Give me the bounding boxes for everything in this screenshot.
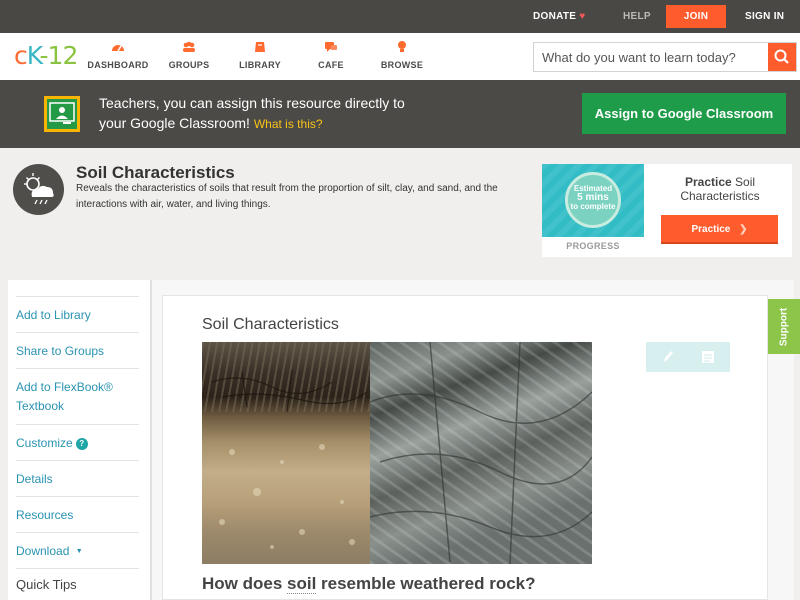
estimated-time-badge: Estimated 5 mins to complete — [565, 172, 621, 228]
nav-dashboard[interactable]: DASHBOARD — [86, 33, 150, 80]
content-title: Soil Characteristics — [202, 316, 339, 333]
soil-rock-comparison-image — [202, 342, 592, 564]
dashboard-icon — [112, 45, 124, 52]
rock-texture — [370, 342, 592, 564]
highlight-pen-icon[interactable] — [660, 349, 676, 365]
sign-in-link[interactable]: SIGN IN — [745, 0, 784, 33]
help-question-icon[interactable]: ? — [75, 438, 88, 450]
sidebar-divider — [16, 568, 139, 569]
chevron-right-icon: ❯ — [739, 224, 748, 235]
heart-icon: ♥ — [579, 11, 586, 22]
library-icon — [255, 42, 265, 52]
search-button[interactable] — [768, 43, 796, 71]
cafe-chat-icon — [325, 42, 337, 52]
classroom-board-icon — [49, 102, 75, 124]
practice-button[interactable]: Practice ❯ — [661, 215, 778, 244]
sidebar-download[interactable]: Download ▼ — [16, 532, 139, 568]
donate-link[interactable]: DONATE ♥ — [533, 0, 586, 33]
sidebar-resources[interactable]: Resources — [16, 496, 139, 532]
resource-header: Soil Characteristics Reveals the charact… — [0, 148, 800, 264]
google-classroom-banner: Teachers, you can assign this resource d… — [0, 80, 800, 148]
sidebar-details[interactable]: Details — [16, 460, 139, 496]
weather-cloud-icon — [13, 164, 64, 215]
assign-to-google-classroom-button[interactable]: Assign to Google Classroom — [582, 93, 786, 134]
top-bar: DONATE ♥ HELP JOIN SIGN IN — [0, 0, 800, 33]
what-is-this-link[interactable]: What is this? — [254, 117, 323, 131]
resource-sidebar: Add to Library Share to Groups Add to Fl… — [8, 280, 150, 600]
annotation-tools — [646, 342, 730, 372]
nav-groups[interactable]: GROUPS — [164, 33, 214, 80]
estimated-time-visual: Estimated 5 mins to complete — [542, 164, 644, 237]
practice-title: Practice Soil Characteristics — [680, 175, 760, 203]
google-classroom-logo — [44, 96, 80, 132]
sidebar-customize[interactable]: Customize? — [16, 424, 139, 460]
groups-icon — [183, 41, 195, 52]
content-question-heading: How does soil resemble weathered rock? — [202, 574, 536, 594]
sidebar-add-to-flexbook[interactable]: Add to FlexBook® Textbook — [16, 368, 139, 424]
browse-lightbulb-icon — [398, 41, 406, 52]
help-link[interactable]: HELP — [623, 0, 651, 33]
sidebar-add-to-library[interactable]: Add to Library — [16, 296, 139, 332]
sidebar-share-to-groups[interactable]: Share to Groups — [16, 332, 139, 368]
nav-browse[interactable]: BROWSE — [378, 33, 426, 80]
join-button[interactable]: JOIN — [666, 5, 726, 28]
resource-title: Soil Characteristics — [76, 163, 235, 182]
ck12-logo[interactable]: cK-12 — [14, 41, 78, 70]
soil-texture — [211, 369, 368, 549]
nav-cafe[interactable]: CAFE — [310, 33, 352, 80]
search-bar — [533, 42, 797, 72]
main-nav: cK-12 DASHBOARD GROUPS LIBRARY CAFE BROW… — [0, 33, 800, 80]
caret-down-icon: ▼ — [75, 548, 83, 555]
classroom-message: Teachers, you can assign this resource d… — [99, 95, 405, 131]
support-tab[interactable]: Support — [768, 299, 800, 354]
quick-tips-heading: Quick Tips — [16, 577, 77, 592]
search-icon — [774, 49, 789, 64]
notes-icon[interactable] — [700, 349, 716, 365]
donate-label: DONATE — [533, 11, 577, 22]
practice-card: Estimated 5 mins to complete PROGRESS Pr… — [542, 164, 792, 257]
progress-label: PROGRESS — [566, 241, 620, 251]
resource-description: Reveals the characteristics of soils tha… — [76, 183, 498, 210]
nav-library[interactable]: LIBRARY — [236, 33, 284, 80]
search-input[interactable] — [534, 43, 770, 71]
vocabulary-term-link[interactable]: soil — [287, 574, 317, 594]
